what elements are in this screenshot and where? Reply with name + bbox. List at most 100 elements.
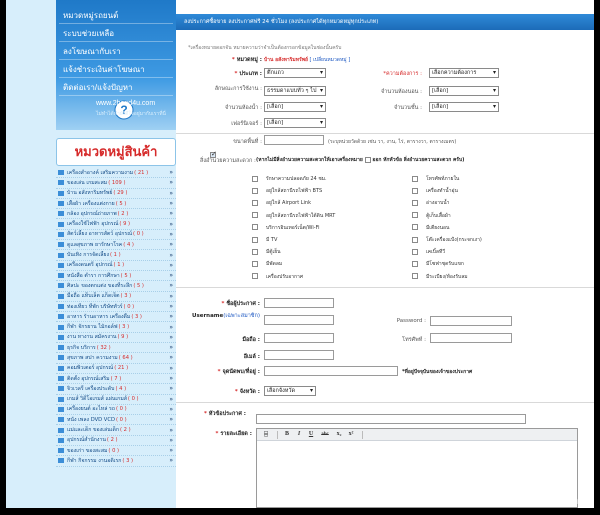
category-item[interactable]: กีฬา จักรยาน ไม้กอล์ฟ( 3 ) » — [56, 322, 176, 333]
facility-checkbox[interactable] — [252, 212, 258, 219]
category-item[interactable]: ธุรกิจ บริการ( 32 ) » — [56, 343, 176, 354]
facility-checkbox[interactable] — [412, 260, 418, 267]
facility-option[interactable]: มีตู้เย็น — [252, 248, 281, 256]
facility-option[interactable]: อยู่ใกล้สถานีรถไฟฟ้า BTS — [252, 187, 322, 195]
category-item[interactable]: เครื่องยนต์ อะไหล่ รถ( 0 ) » — [56, 405, 176, 416]
facility-option[interactable]: ตู้เก็บเสื้อผ้า — [412, 212, 451, 220]
superscript-button[interactable]: x² — [346, 430, 356, 439]
double-chevron-right-icon: » — [169, 313, 173, 321]
category-item[interactable]: บ้าน อสังหาริมทรัพย์( 29 ) » — [56, 189, 176, 199]
source-icon[interactable]: ⌸ — [261, 430, 271, 439]
underline-button[interactable]: U — [306, 430, 316, 439]
facility-option[interactable]: มี TV — [252, 236, 277, 244]
province-select[interactable]: เลือกจังหวัด — [264, 386, 316, 396]
category-item-label: บ้าน อสังหาริมทรัพย์( 29 ) — [67, 190, 128, 197]
facility-option[interactable]: มีเตียงนอน — [412, 224, 449, 232]
facility-option[interactable]: เคเบิ้ลทีวี — [412, 248, 445, 256]
category-item[interactable]: เกมส์ วิดีโอเกมส์ แผ่นเกมส์( 0 ) » — [56, 395, 176, 405]
category-item[interactable]: ของเก่า ของสะสม( 0 ) » — [56, 446, 176, 457]
phone-input[interactable] — [430, 333, 512, 343]
category-item[interactable]: เครื่องดนตรี อุปกรณ์( 1 ) » — [56, 261, 176, 271]
facility-checkbox[interactable] — [252, 224, 258, 231]
username-input[interactable] — [264, 315, 334, 325]
floors-select[interactable]: [เลือก] — [429, 102, 499, 112]
facility-checkbox[interactable] — [412, 236, 418, 243]
facility-checkbox[interactable] — [252, 248, 258, 255]
category-item[interactable]: ศิลปะ ของตกแต่ง ของที่ระลึก( 5 ) » — [56, 281, 176, 292]
category-item[interactable]: คอมพิวเตอร์ อุปกรณ์( 21 ) » — [56, 364, 176, 374]
type-select[interactable]: ตึกแถว — [264, 68, 326, 78]
mobile-input[interactable] — [264, 333, 334, 343]
facility-checkbox[interactable] — [412, 175, 418, 182]
facility-checkbox[interactable] — [252, 236, 258, 243]
menu-item-contact[interactable]: ติดต่อเรา/แจ้งปัญหา — [59, 80, 173, 96]
facility-checkbox[interactable] — [412, 248, 418, 255]
need-select[interactable]: เลือกความต้องการ — [429, 68, 499, 78]
facility-checkbox[interactable] — [252, 273, 258, 280]
facility-option[interactable]: รักษาความปลอดภัย 24 ชม. — [252, 175, 327, 183]
facility-option[interactable]: อยู่ใกล้สถานีรถไฟฟ้าใต้ดิน MRT — [252, 212, 335, 220]
category-item[interactable]: สัตว์เลี้ยง อาหารสัตว์ อุปกรณ์( 0 ) » — [56, 230, 176, 241]
italic-button[interactable]: I — [294, 430, 304, 439]
category-item[interactable]: ของเล่น เกมสะสม( 109 ) » — [56, 178, 176, 189]
address-input[interactable] — [264, 366, 398, 376]
facility-checkbox[interactable] — [412, 273, 418, 280]
facility-checkbox[interactable] — [252, 199, 258, 206]
bold-button[interactable]: B — [282, 430, 292, 439]
menu-item-advertise[interactable]: ลงโฆษณากับเรา — [59, 44, 173, 60]
double-chevron-right-icon: » — [169, 323, 173, 331]
facility-option[interactable]: มีโซฟาชุดรับแขก — [412, 260, 464, 268]
password-input[interactable] — [430, 316, 512, 326]
category-item[interactable]: ท่องเที่ยว ที่พัก บริษัททัวร์( 0 ) » — [56, 302, 176, 313]
email-input[interactable] — [264, 350, 334, 360]
poster-input[interactable] — [264, 298, 334, 308]
facility-checkbox[interactable] — [252, 187, 258, 194]
bathrooms-select[interactable]: [เลือก] — [264, 102, 326, 112]
category-item[interactable]: สุขภาพ สปา ความงาม( 64 ) » — [56, 353, 176, 364]
category-item[interactable]: กีฬา กิจกรรม งานอดิเรก( 3 ) » — [56, 456, 176, 467]
facility-checkbox[interactable] — [412, 224, 418, 231]
menu-item-car-categories[interactable]: หมวดหมู่รถยนต์ — [59, 8, 173, 24]
category-item[interactable]: อุปกรณ์สำนักงาน( 2 ) » — [56, 436, 176, 447]
category-item[interactable]: มือถือ แท็บเล็ต แก็ดเจ็ต( 3 ) » — [56, 292, 176, 302]
category-item[interactable]: แม่และเด็ก ของเล่นเด็ก( 2 ) » — [56, 425, 176, 436]
area-input[interactable] — [264, 135, 324, 145]
category-item[interactable]: บันเทิง การจัดเลี้ยง( 1 ) » — [56, 250, 176, 261]
facility-option[interactable]: โทรศัพท์ภายใน — [412, 175, 459, 183]
facility-option[interactable]: อยู่ใกล้ Airport Link — [252, 199, 311, 207]
category-item[interactable]: ดูแลสุขภาพ ยารักษาโรค( 4 ) » — [56, 240, 176, 251]
menu-item-payment[interactable]: แจ้งชำระเงินค่าโฆษณา — [59, 62, 173, 78]
category-item[interactable]: งาน หางาน สมัครงาน( 9 ) » — [56, 333, 176, 344]
category-item[interactable]: เครื่องใช้ไฟฟ้า อุปกรณ์( 9 ) » — [56, 219, 176, 230]
category-item[interactable]: เสื้อผ้า เครื่องแต่งกาย( 5 ) » — [56, 199, 176, 210]
facility-option[interactable]: อ่างอาบน้ำ — [412, 199, 449, 207]
facility-checkbox[interactable] — [412, 199, 418, 206]
usage-select[interactable]: ธรรมดาแบบทั่ว ๆ ไป — [264, 86, 326, 96]
facility-option[interactable]: มีพัดลม — [252, 260, 282, 268]
facility-checkbox[interactable] — [252, 260, 258, 267]
category-item[interactable]: จิวเวลรี่ เครื่องประดับ( 4 ) » — [56, 384, 176, 395]
facility-checkbox[interactable] — [252, 175, 258, 182]
facility-option[interactable]: มีระเบียง/ห้องรับลม — [412, 273, 468, 281]
change-category-link[interactable]: [ เปลี่ยนหมวดหมู่ ] — [310, 57, 351, 63]
category-item[interactable]: อาหาร ร้านอาหาร เครื่องดื่ม( 3 ) » — [56, 312, 176, 323]
category-item[interactable]: กล้อง อุปกรณ์ถ่ายภาพ( 2 ) » — [56, 209, 176, 220]
facility-option[interactable]: เครื่องทำน้ำอุ่น — [412, 187, 458, 195]
category-item[interactable]: ติดตั้ง อุปกรณ์เสริม( 7 ) » — [56, 374, 176, 385]
subscript-button[interactable]: x₂ — [334, 430, 344, 439]
title-input[interactable] — [256, 414, 526, 424]
facility-option[interactable]: โต๊ะเครื่องแป้ง(กระจกเงา) — [412, 236, 482, 244]
bedrooms-select[interactable]: [เลือก] — [429, 86, 499, 96]
menu-item-help[interactable]: ระบบช่วยเหลือ — [59, 26, 173, 42]
category-item[interactable]: หนังสือ ตำรา การศึกษา( 5 ) » — [56, 271, 176, 282]
facility-checkbox[interactable] — [412, 212, 418, 219]
double-chevron-right-icon: » — [169, 241, 173, 249]
category-item[interactable]: หนัง เพลง DVD VCD( 0 ) » — [56, 415, 176, 426]
facility-checkbox[interactable] — [412, 187, 418, 194]
email-label: อีเมล์ : — [243, 354, 260, 360]
furniture-select[interactable]: [เลือก] — [264, 118, 326, 128]
facility-option[interactable]: เครื่องปรับอากาศ — [252, 273, 303, 281]
category-item[interactable]: เครื่องสำอางค์ เสริมความงาม( 21 ) » — [56, 168, 176, 179]
facility-option[interactable]: บริการอินเทอร์เน็ต/Wi-Fi — [252, 224, 319, 232]
strikethrough-button[interactable]: abc — [318, 430, 332, 439]
